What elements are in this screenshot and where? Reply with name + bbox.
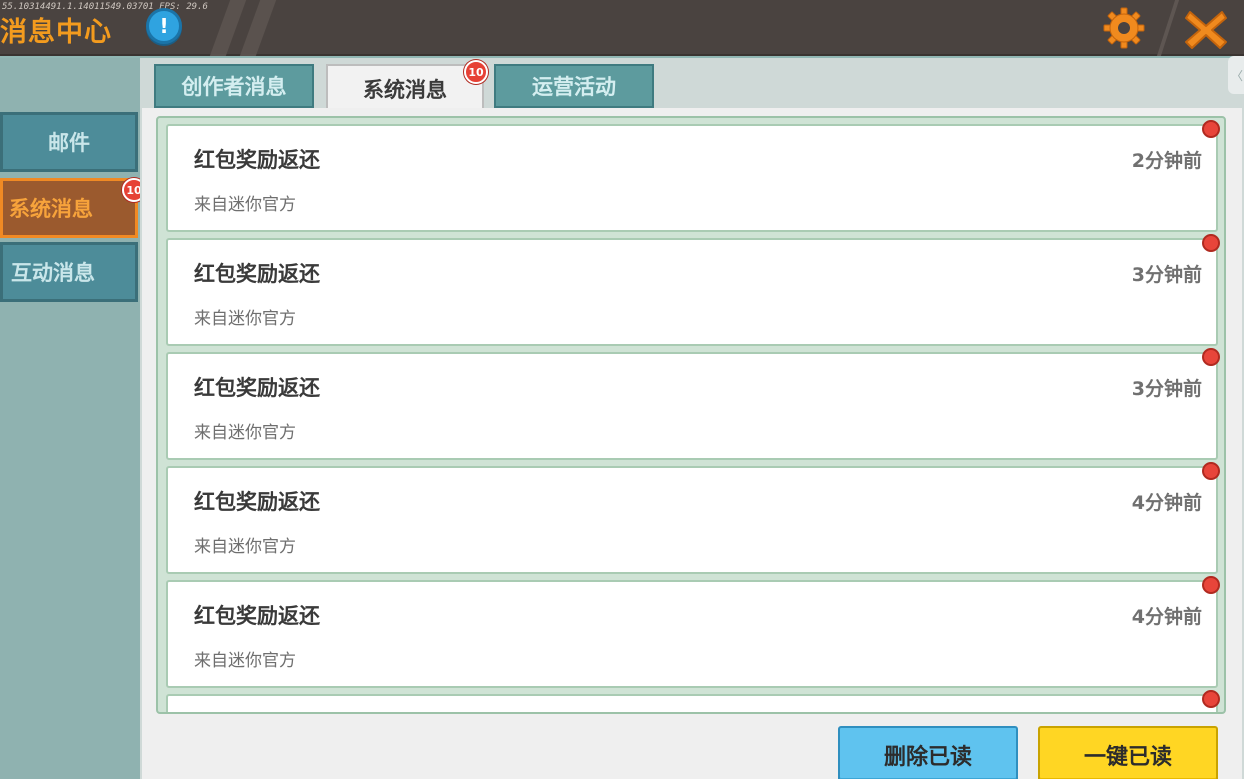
message-time: 4分钟前 [1131,606,1202,628]
message-title: 红包奖励返还 [194,490,320,514]
tab-system-messages[interactable]: 系统消息 [326,64,484,114]
exclamation-icon: ! [159,14,169,38]
delete-read-button[interactable]: 删除已读 [838,726,1018,779]
info-button[interactable]: ! [146,8,182,44]
sidebar: 邮件 系统消息 10 互动消息 [0,58,146,779]
message-source: 来自迷你官方 [194,423,296,443]
message-time: 3分钟前 [1131,378,1202,400]
message-item-partial[interactable] [166,694,1218,712]
tab-label: 创作者消息 [181,75,287,99]
message-item[interactable]: 红包奖励返还 来自迷你官方 3分钟前 [166,352,1218,460]
header-decoration [209,0,280,56]
content-area: 红包奖励返还 来自迷你官方 2分钟前 红包奖励返还 来自迷你官方 3分钟前 红包… [142,108,1242,779]
message-source: 来自迷你官方 [194,651,296,671]
tab-creator-messages[interactable]: 创作者消息 [154,64,314,108]
unread-dot [1202,120,1220,138]
message-item[interactable]: 红包奖励返还 来自迷你官方 3分钟前 [166,238,1218,346]
message-time: 4分钟前 [1131,492,1202,514]
message-title: 红包奖励返还 [194,262,320,286]
message-source: 来自迷你官方 [194,309,296,329]
header-divider [1156,0,1180,56]
message-title: 红包奖励返还 [194,376,320,400]
tab-label: 系统消息 [363,78,447,102]
sidebar-item-label: 邮件 [48,131,90,155]
sidebar-item-label: 系统消息 [9,197,93,221]
message-time: 2分钟前 [1131,150,1202,172]
message-title: 红包奖励返还 [194,148,320,172]
message-title: 红包奖励返还 [194,604,320,628]
message-source: 来自迷你官方 [194,537,296,557]
unread-dot [1202,576,1220,594]
sidebar-item-label: 互动消息 [11,261,95,285]
message-source: 来自迷你官方 [194,195,296,215]
sidebar-item-system-messages[interactable]: 系统消息 [0,178,138,238]
tab-label: 运营活动 [532,75,616,99]
unread-dot [1202,462,1220,480]
message-list[interactable]: 红包奖励返还 来自迷你官方 2分钟前 红包奖励返还 来自迷你官方 3分钟前 红包… [156,116,1226,714]
gear-icon[interactable] [1102,6,1146,50]
top-bar: 55.10314491.1.14011549.03701 FPS: 29.6 消… [0,0,1244,56]
sidebar-item-mail[interactable]: 邮件 [0,112,138,172]
message-time: 3分钟前 [1131,264,1202,286]
main-panel: 创作者消息 系统消息 10 运营活动 红包奖励返还 来自迷你官方 2分钟前 红包… [140,58,1244,779]
tab-operations-events[interactable]: 运营活动 [494,64,654,108]
mark-all-read-button[interactable]: 一键已读 [1038,726,1218,779]
message-item[interactable]: 红包奖励返还 来自迷你官方 4分钟前 [166,466,1218,574]
page-title: 消息中心 [0,17,112,48]
unread-dot [1202,690,1220,708]
unread-dot [1202,234,1220,252]
tab-unread-badge: 10 [464,60,488,84]
collapse-handle[interactable]: 〈 [1228,56,1244,94]
message-item[interactable]: 红包奖励返还 来自迷你官方 2分钟前 [166,124,1218,232]
close-icon[interactable] [1180,4,1232,54]
unread-dot [1202,348,1220,366]
message-item[interactable]: 红包奖励返还 来自迷你官方 4分钟前 [166,580,1218,688]
sidebar-item-interaction-messages[interactable]: 互动消息 [0,242,138,302]
